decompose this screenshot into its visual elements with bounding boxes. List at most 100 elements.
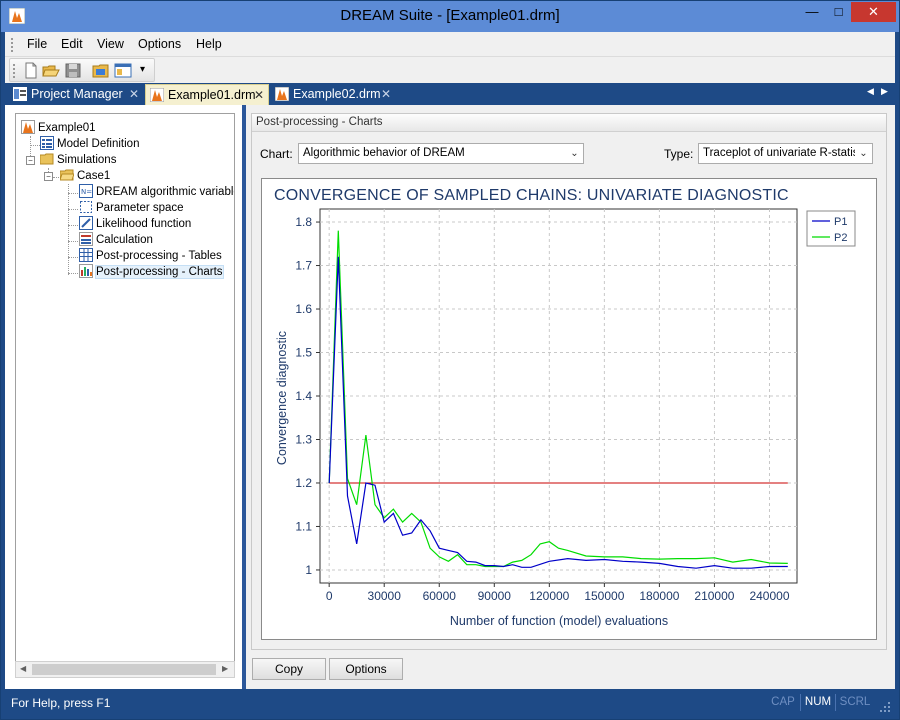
tab-label: Example02.drm [293, 87, 381, 101]
tree-item-label: Likelihood function [96, 218, 192, 230]
menu-edit[interactable]: Edit [61, 37, 83, 51]
minimize-button[interactable]: — [798, 2, 826, 22]
model-definition-icon [40, 136, 54, 150]
menu-help[interactable]: Help [196, 37, 222, 51]
tree-item-case1[interactable]: Case1 [60, 168, 110, 184]
project-tree-panel: Example01 Model Definition − Simulations… [5, 105, 242, 689]
chart-plot[interactable]: 0 30000 60000 90000 120000 150000 180000 210000… [262, 179, 876, 639]
y-tick-label: 1 [305, 563, 312, 577]
tree-item-model-definition[interactable]: Model Definition [40, 136, 139, 152]
status-help-text: For Help, press F1 [11, 696, 111, 710]
tab-example02[interactable]: Example02.drm ✕ [271, 84, 395, 105]
variables-icon: N= [79, 184, 93, 198]
resize-grip-icon[interactable] [879, 701, 891, 713]
tree-item-calculation[interactable]: Calculation [79, 232, 153, 248]
legend-label-p1: P1 [834, 216, 847, 228]
drm-file-icon [21, 120, 35, 134]
x-tick-label: 210000 [694, 589, 734, 603]
scrollbar-thumb[interactable] [32, 664, 216, 675]
bar-chart-icon [79, 264, 93, 278]
view-panel-icon[interactable] [114, 62, 132, 79]
parameter-space-icon [80, 201, 92, 213]
legend-label-p2: P2 [834, 232, 847, 244]
close-window-button[interactable]: ✕ [851, 2, 896, 22]
tree-item-example01[interactable]: Example01 [21, 120, 96, 136]
tab-scroll-left-icon[interactable]: ◀ [867, 86, 874, 97]
postprocessing-charts-group: Post-processing - Charts Chart: Algorith… [251, 113, 887, 650]
toolbar-strip: ▾ [9, 58, 155, 82]
type-select[interactable]: Traceplot of univariate R-statistic ⌄ [698, 143, 873, 164]
y-tick-label: 1.7 [295, 259, 312, 273]
y-tick-label: 1.3 [295, 432, 312, 446]
y-tick-label: 1.1 [295, 519, 312, 533]
toolbar-grip[interactable] [13, 64, 16, 78]
copy-button[interactable]: Copy [252, 658, 326, 680]
plot-area [319, 208, 798, 584]
charts-panel: Post-processing - Charts Chart: Algorith… [246, 105, 895, 689]
x-tick-label: 0 [326, 589, 333, 603]
chevron-down-icon[interactable]: ⌄ [855, 144, 872, 163]
scroll-lock-indicator: SCRL [839, 696, 871, 708]
save-icon[interactable] [64, 62, 82, 79]
type-label: Type: [664, 147, 694, 161]
tree-item-simulations[interactable]: Simulations [40, 152, 116, 168]
menubar-grip[interactable] [11, 38, 14, 52]
cap-lock-indicator: CAP [771, 696, 795, 708]
drm-file-icon [150, 88, 164, 102]
scroll-left-icon[interactable]: ◀ [20, 664, 26, 673]
collapse-case1-icon[interactable]: − [44, 172, 53, 181]
app-window: DREAM Suite - [Example01.drm] — □ ✕ File… [0, 0, 900, 720]
collapse-simulations-icon[interactable]: − [26, 156, 35, 165]
calculation-icon [79, 232, 93, 246]
chart-select[interactable]: Algorithmic behavior of DREAM ⌄ [298, 143, 584, 164]
tab-close-icon[interactable]: ✕ [129, 84, 139, 105]
tab-scroll-right-icon[interactable]: ▶ [881, 86, 888, 97]
chevron-down-icon[interactable]: ⌄ [566, 144, 583, 163]
chart-legend: P1 P2 [806, 210, 856, 247]
tree-item-postprocessing-charts[interactable]: Post-processing - Charts [79, 264, 224, 280]
new-file-icon[interactable] [22, 62, 40, 79]
tree-item-label: DREAM algorithmic variables [96, 186, 235, 198]
tree-item-dream-variables[interactable]: N= DREAM algorithmic variables [79, 184, 235, 200]
tree-item-label: Model Definition [57, 138, 140, 150]
x-tick-label: 60000 [423, 589, 457, 603]
toolbar-overflow-button[interactable]: ▾ [140, 64, 145, 75]
status-bar: For Help, press F1 CAP NUM SCRL [5, 689, 895, 717]
y-tick-label: 1.8 [295, 215, 312, 229]
tree-horizontal-scrollbar[interactable]: ◀ ▶ [15, 661, 235, 678]
x-tick-label: 120000 [529, 589, 569, 603]
options-button[interactable]: Options [329, 658, 403, 680]
x-tick-label: 30000 [368, 589, 402, 603]
tab-project-manager[interactable]: Project Manager ✕ [9, 84, 143, 105]
browse-folder-icon[interactable] [92, 62, 110, 79]
menu-options[interactable]: Options [138, 37, 181, 51]
tab-example01[interactable]: Example01.drm ✕ [145, 84, 269, 105]
menu-bar: File Edit View Options Help [5, 32, 895, 57]
scroll-right-icon[interactable]: ▶ [222, 664, 228, 673]
menu-view[interactable]: View [97, 37, 124, 51]
title-bar[interactable]: DREAM Suite - [Example01.drm] — □ ✕ [1, 1, 899, 32]
tree-item-label: Example01 [38, 122, 96, 134]
likelihood-icon [79, 216, 93, 230]
tree-item-postprocessing-tables[interactable]: Post-processing - Tables [79, 248, 222, 264]
tab-close-icon[interactable]: ✕ [381, 84, 391, 105]
y-tick-label: 1.2 [295, 476, 312, 490]
tab-label: Example01.drm [168, 88, 256, 102]
project-tree[interactable]: Example01 Model Definition − Simulations… [15, 113, 235, 663]
panel-title: Post-processing - Charts [252, 114, 886, 132]
x-axis-label: Number of function (model) evaluations [450, 614, 668, 628]
tree-item-parameter-space[interactable]: Parameter space [79, 200, 184, 216]
tree-item-likelihood-function[interactable]: Likelihood function [79, 216, 191, 232]
tab-label: Project Manager [31, 87, 123, 101]
chart-grid [319, 208, 798, 584]
chart-frame: CONVERGENCE OF SAMPLED CHAINS: UNIVARIAT… [261, 178, 877, 640]
x-tick-label: 90000 [478, 589, 512, 603]
open-folder-icon[interactable] [42, 62, 60, 79]
tab-close-icon[interactable]: ✕ [254, 85, 264, 106]
tree-item-label: Post-processing - Tables [96, 250, 222, 262]
maximize-button[interactable]: □ [826, 2, 851, 22]
drm-file-icon [275, 87, 289, 101]
menu-file[interactable]: File [27, 37, 47, 51]
document-tabs: Project Manager ✕ Example01.drm ✕ Exampl… [5, 83, 895, 105]
num-lock-indicator: NUM [800, 694, 836, 711]
